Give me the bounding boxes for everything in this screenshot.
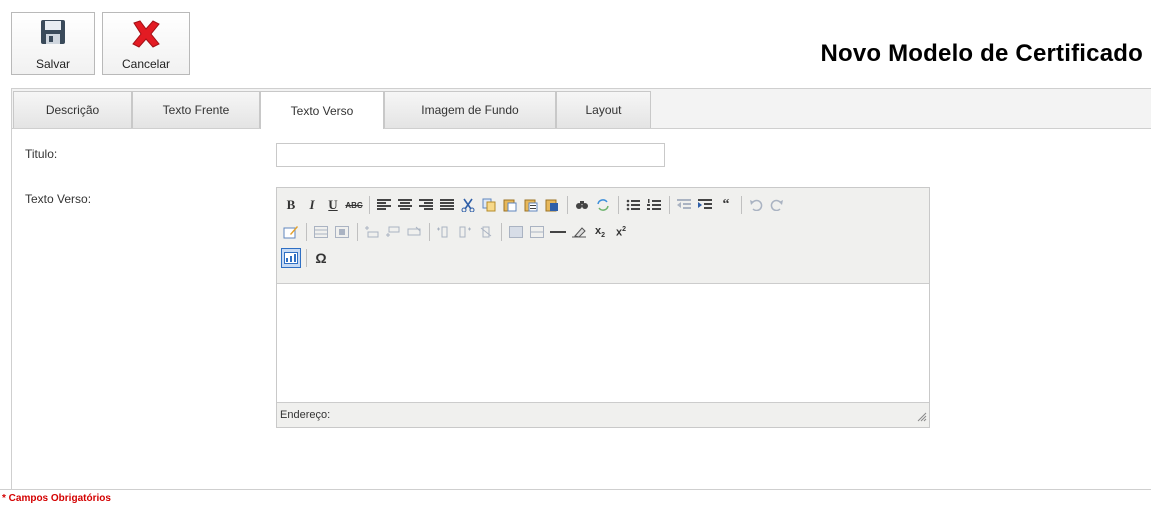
strikethrough-icon[interactable]: ABC — [344, 195, 364, 215]
toolbar-separator — [306, 223, 307, 241]
cancel-label: Cancelar — [121, 57, 171, 71]
redo-icon[interactable] — [767, 195, 787, 215]
indent-icon[interactable] — [695, 195, 715, 215]
toolbar-separator — [429, 223, 430, 241]
delete-col-icon[interactable] — [476, 222, 496, 242]
edit-icon[interactable] — [281, 222, 301, 242]
save-label: Salvar — [35, 57, 70, 71]
horizontal-rule-icon[interactable] — [548, 222, 568, 242]
editor-content-area[interactable] — [277, 284, 929, 402]
copy-icon[interactable] — [479, 195, 499, 215]
align-center-icon[interactable] — [395, 195, 415, 215]
tab-texto-frente[interactable]: Texto Frente — [132, 91, 260, 128]
insert-col-after-icon[interactable] — [455, 222, 475, 242]
insert-row-after-icon[interactable] — [383, 222, 403, 242]
tab-texto-verso[interactable]: Texto Verso — [260, 91, 384, 129]
resize-grip-icon[interactable] — [917, 412, 927, 425]
toolbar-separator — [357, 223, 358, 241]
blockquote-icon[interactable]: “ — [716, 195, 736, 215]
paste-word-icon[interactable] — [542, 195, 562, 215]
delete-row-icon[interactable] — [404, 222, 424, 242]
editor-toolbar: B I U ABC “ x2 x2 Ω — [277, 188, 929, 284]
bullet-list-icon[interactable] — [623, 195, 643, 215]
numbered-list-icon[interactable] — [644, 195, 664, 215]
outdent-icon[interactable] — [674, 195, 694, 215]
align-right-icon[interactable] — [416, 195, 436, 215]
table-props-icon[interactable] — [332, 222, 352, 242]
align-left-icon[interactable] — [374, 195, 394, 215]
superscript-icon[interactable]: x2 — [611, 222, 631, 242]
underline-icon[interactable]: U — [323, 195, 343, 215]
titulo-label: Titulo: — [25, 147, 58, 161]
tab-imagem-de-fundo[interactable]: Imagem de Fundo — [384, 91, 556, 128]
page-title: Novo Modelo de Certificado — [820, 40, 1143, 67]
editor-status-bar: Endereço: — [277, 402, 929, 427]
cut-icon[interactable] — [458, 195, 478, 215]
subscript-icon[interactable]: x2 — [590, 222, 610, 242]
replace-icon[interactable] — [593, 195, 613, 215]
paste-icon[interactable] — [500, 195, 520, 215]
remove-format-icon[interactable] — [569, 222, 589, 242]
undo-icon[interactable] — [746, 195, 766, 215]
footer-bar — [0, 489, 1151, 516]
toolbar-separator — [306, 249, 307, 267]
toolbar-separator — [501, 223, 502, 241]
find-icon[interactable] — [572, 195, 592, 215]
floppy-disk-icon — [40, 19, 66, 48]
italic-icon[interactable]: I — [302, 195, 322, 215]
tab-layout[interactable]: Layout — [556, 91, 651, 128]
toolbar-separator — [741, 196, 742, 214]
cancel-button[interactable]: Cancelar — [102, 12, 190, 75]
table-icon[interactable] — [311, 222, 331, 242]
split-cells-icon[interactable] — [506, 222, 526, 242]
save-button[interactable]: Salvar — [11, 12, 95, 75]
paste-text-icon[interactable] — [521, 195, 541, 215]
bold-icon[interactable]: B — [281, 195, 301, 215]
editor-toolbar-row-2: x2 x2 — [281, 221, 632, 243]
editor-path-label: Endereço: — [280, 409, 331, 421]
toolbar-separator — [669, 196, 670, 214]
align-justify-icon[interactable] — [437, 195, 457, 215]
merge-cells-icon[interactable] — [527, 222, 547, 242]
insert-col-before-icon[interactable] — [434, 222, 454, 242]
toolbar-separator — [618, 196, 619, 214]
insert-row-before-icon[interactable] — [362, 222, 382, 242]
editor-toolbar-row-1: B I U ABC “ — [281, 194, 788, 216]
tab-descricao[interactable]: Descrição — [13, 91, 132, 128]
toolbar-separator — [369, 196, 370, 214]
special-char-icon[interactable]: Ω — [311, 248, 331, 268]
html-source-icon[interactable] — [281, 248, 301, 268]
editor-toolbar-row-3: Ω — [281, 247, 332, 269]
titulo-input[interactable] — [276, 143, 665, 167]
rich-text-editor: B I U ABC “ x2 x2 Ω Endereço: — [276, 187, 930, 428]
omega-glyph: Ω — [315, 250, 327, 266]
toolbar-separator — [567, 196, 568, 214]
close-icon — [129, 19, 163, 52]
texto-verso-label: Texto Verso: — [25, 192, 92, 206]
required-fields-note: * Campos Obrigatórios — [2, 493, 111, 504]
